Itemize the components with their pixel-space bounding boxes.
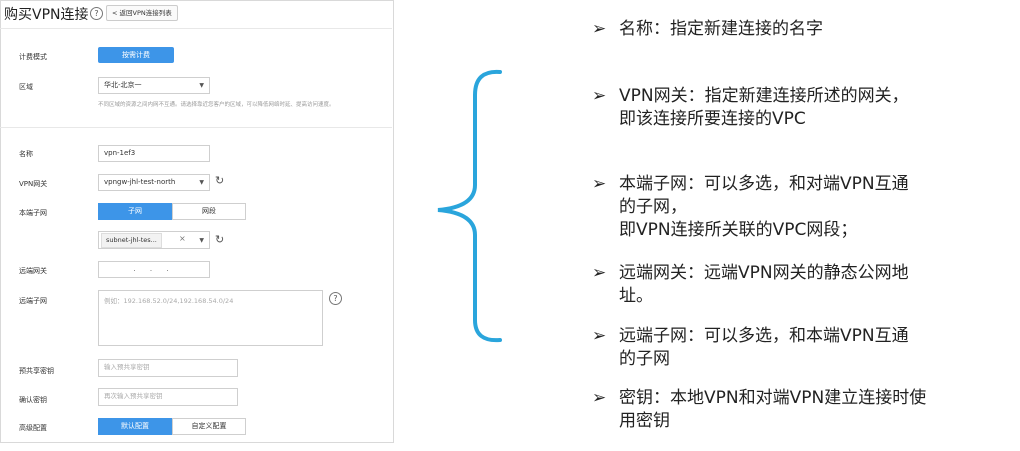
tab-custom-config[interactable]: 自定义配置 [172,418,246,435]
gateway-label: VPN网关 [19,180,48,188]
section-divider [0,127,392,128]
note-line: 密钥：本地VPN和对端VPN建立连接时使 [619,388,927,408]
billing-label: 计费模式 [19,53,47,61]
local-subnet-label: 本端子网 [19,209,47,217]
note-line: 本端子网：可以多选，和对端VPN互通 [619,174,909,194]
divider [0,28,392,29]
tab-default-config[interactable]: 默认配置 [98,418,172,435]
page-title: 购买VPN连接 [4,7,89,23]
note-line: 即VPN连接所关联的VPC网段； [619,220,858,240]
gateway-select[interactable]: vpngw-jhl-test-north ▼ [98,174,210,191]
remote-gateway-ip-input[interactable]: . . . [98,261,210,278]
refresh-icon[interactable]: ↻ [215,233,224,246]
billing-ondemand-button[interactable]: 按需计费 [98,47,174,63]
back-to-list-button[interactable]: < 返回VPN连接列表 [106,5,178,21]
note-line: 远端子网：可以多选，和本端VPN互通 [619,326,909,346]
refresh-icon[interactable]: ↻ [215,174,224,187]
advanced-label: 高级配置 [19,424,47,432]
note-line: 的子网 [619,349,670,369]
remote-gateway-label: 远端网关 [19,267,47,275]
bullet-arrow-icon: ➢ [592,19,607,39]
confirm-key-label: 确认密钥 [19,396,47,404]
note-line: VPN网关：指定新建连接所述的网关， [619,86,909,106]
note-line: 用密钥 [619,411,670,431]
psk-label: 预共享密钥 [19,367,54,375]
remote-subnet-label: 远端子网 [19,297,47,305]
brace-graphic [437,69,502,343]
bullet-arrow-icon: ➢ [592,388,607,408]
name-label: 名称 [19,150,33,158]
note-line: 远端网关：远端VPN网关的静态公网地 [619,263,909,283]
region-label: 区域 [19,83,33,91]
remote-subnet-placeholder: 例如：192.168.52.0/24,192.168.54.0/24 [104,297,234,305]
psk-input[interactable]: 输入预共享密钥 [98,359,238,377]
confirm-key-input[interactable]: 再次输入预共享密钥 [98,388,238,406]
note-line: 址。 [619,286,653,306]
bullet-arrow-icon: ➢ [592,86,607,106]
brace-path [437,69,502,343]
note-line: 名称：指定新建连接的名字 [619,19,823,39]
chevron-down-icon: ▼ [199,179,204,186]
region-value: 华北-北京一 [104,81,142,89]
bullet-arrow-icon: ➢ [592,326,607,346]
gateway-value: vpngw-jhl-test-north [104,178,176,186]
bullet-arrow-icon: ➢ [592,174,607,194]
chevron-down-icon: ▼ [199,82,204,89]
tab-cidr[interactable]: 网段 [172,203,246,220]
tab-subnet[interactable]: 子网 [98,203,172,220]
remote-subnet-textarea[interactable]: 例如：192.168.52.0/24,192.168.54.0/24 [98,290,323,346]
selected-subnet-tag: subnet-jhl-tes... [101,233,162,248]
selected-subnet-label: subnet-jhl-tes... [106,236,157,244]
close-icon[interactable]: × [179,234,186,243]
name-input[interactable]: vpn-1ef3 [98,145,210,162]
region-hint: 不同区域的资源之间内网不互通。请选择靠近您客户的区域，可以降低网络时延、提高访问… [98,102,335,108]
note-line: 的子网， [619,197,687,217]
help-icon[interactable]: ? [329,292,342,305]
region-select[interactable]: 华北-北京一 ▼ [98,77,210,94]
confirm-key-placeholder: 再次输入预共享密钥 [104,392,163,400]
psk-placeholder: 输入预共享密钥 [104,363,150,371]
bullet-arrow-icon: ➢ [592,263,607,283]
note-line: 即该连接所要连接的VPC [619,109,806,129]
help-icon[interactable]: ? [90,7,103,20]
chevron-down-icon: ▼ [199,237,204,244]
